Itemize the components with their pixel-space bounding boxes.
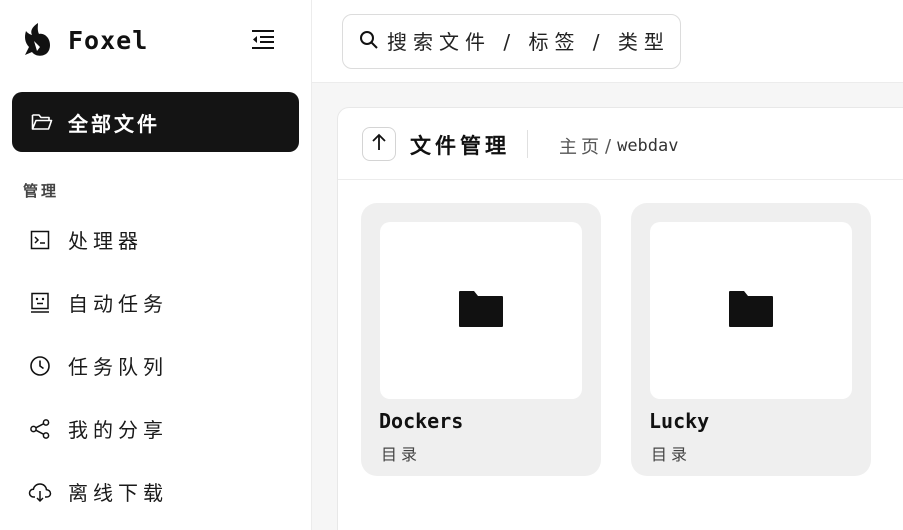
- brand[interactable]: Foxel: [22, 20, 148, 60]
- cloud-download-icon: [28, 480, 52, 504]
- folder-icon: [728, 290, 774, 332]
- header-divider: [527, 130, 528, 158]
- folder-open-icon: [30, 110, 54, 134]
- file-thumbnail: [650, 222, 852, 399]
- sidebar-item-offline-download[interactable]: 离线下载: [0, 460, 312, 523]
- search-box[interactable]: [342, 14, 681, 69]
- panel-header: 文件管理 主页 / webdav: [338, 108, 903, 180]
- breadcrumb-home[interactable]: 主页: [559, 133, 603, 159]
- file-card-lucky[interactable]: Lucky 目录: [631, 203, 871, 476]
- sidebar-item-all-files[interactable]: 全部文件: [12, 92, 299, 152]
- go-up-button[interactable]: [362, 127, 396, 161]
- sidebar-item-my-shares[interactable]: 我的分享: [0, 397, 312, 460]
- file-name: Lucky: [649, 409, 710, 433]
- search-icon: [359, 30, 379, 54]
- folder-icon: [458, 290, 504, 332]
- fox-logo-icon: [22, 20, 54, 60]
- section-label-manage: 管理: [23, 182, 60, 200]
- robot-icon: [28, 291, 52, 315]
- brand-name: Foxel: [68, 25, 149, 55]
- file-thumbnail: [380, 222, 582, 399]
- page-title: 文件管理: [410, 134, 510, 158]
- breadcrumb: 主页 / webdav: [559, 133, 679, 159]
- sidebar-item-label: 任务队列: [68, 355, 168, 379]
- sidebar: Foxel 全部文件 管理 处理器 自动任务 任务队列 我的分享 离线下载: [0, 0, 312, 530]
- breadcrumb-separator: /: [605, 135, 612, 157]
- sidebar-item-label: 我的分享: [68, 418, 168, 442]
- file-type: 目录: [651, 445, 692, 464]
- file-card-dockers[interactable]: Dockers 目录: [361, 203, 601, 476]
- menu-fold-icon: [250, 28, 276, 54]
- clock-icon: [28, 354, 52, 378]
- file-type: 目录: [381, 445, 422, 464]
- arrow-up-icon: [371, 133, 387, 155]
- sidebar-item-label: 离线下载: [68, 481, 168, 505]
- search-input[interactable]: [387, 29, 677, 54]
- top-bar: [312, 0, 903, 83]
- sidebar-item-label: 自动任务: [68, 292, 168, 316]
- file-name: Dockers: [379, 409, 464, 433]
- sidebar-item-task-queue[interactable]: 任务队列: [0, 334, 312, 397]
- sidebar-nav: 处理器 自动任务 任务队列 我的分享 离线下载: [0, 208, 312, 523]
- sidebar-item-label: 全部文件: [68, 111, 160, 136]
- collapse-sidebar-button[interactable]: [248, 26, 278, 56]
- sidebar-item-processors[interactable]: 处理器: [0, 208, 312, 271]
- breadcrumb-current[interactable]: webdav: [617, 136, 678, 156]
- sidebar-item-label: 处理器: [68, 229, 143, 253]
- terminal-icon: [28, 228, 52, 252]
- sidebar-item-auto-tasks[interactable]: 自动任务: [0, 271, 312, 334]
- share-icon: [28, 417, 52, 441]
